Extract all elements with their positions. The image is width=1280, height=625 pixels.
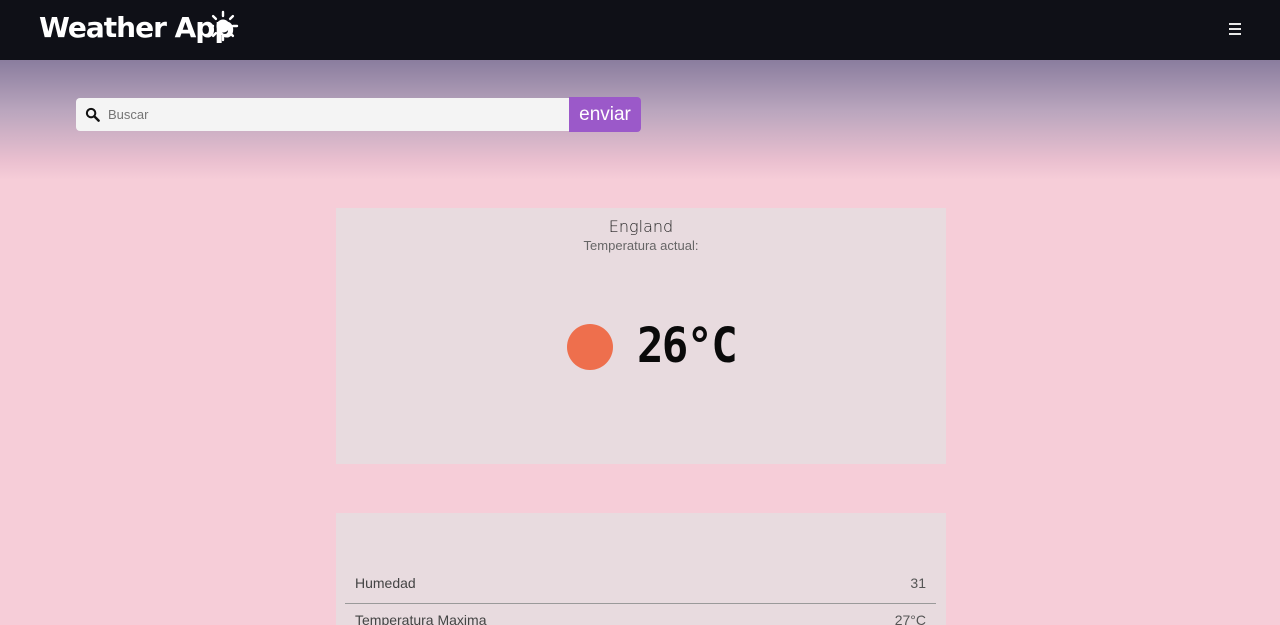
current-temperature-label: Temperatura actual:: [583, 238, 699, 253]
brand-title[interactable]: Weather App: [39, 9, 234, 47]
navbar: Weather App: [0, 0, 1280, 60]
send-button[interactable]: enviar: [569, 97, 641, 132]
detail-label: Temperatura Maxima: [355, 612, 487, 625]
detail-row-humidity: Humedad 31: [345, 567, 936, 604]
detail-label: Humedad: [355, 575, 416, 591]
detail-row-max-temperature: Temperatura Maxima 27°C: [345, 604, 936, 625]
current-weather-card: England Temperatura actual: 26°C: [336, 208, 946, 464]
search-bar: [76, 98, 570, 131]
search-icon: [85, 107, 100, 122]
temperature-indicator-dot: [567, 324, 613, 370]
current-temperature-value: 26°C: [637, 318, 738, 374]
detail-value: 27°C: [894, 612, 926, 625]
sun-icon: [207, 10, 239, 42]
weather-details-card: Humedad 31 Temperatura Maxima 27°C: [336, 513, 946, 625]
city-name: England: [608, 217, 674, 236]
search-input[interactable]: [108, 98, 563, 131]
hamburger-menu-icon[interactable]: [1226, 20, 1244, 40]
detail-value: 31: [910, 575, 926, 591]
